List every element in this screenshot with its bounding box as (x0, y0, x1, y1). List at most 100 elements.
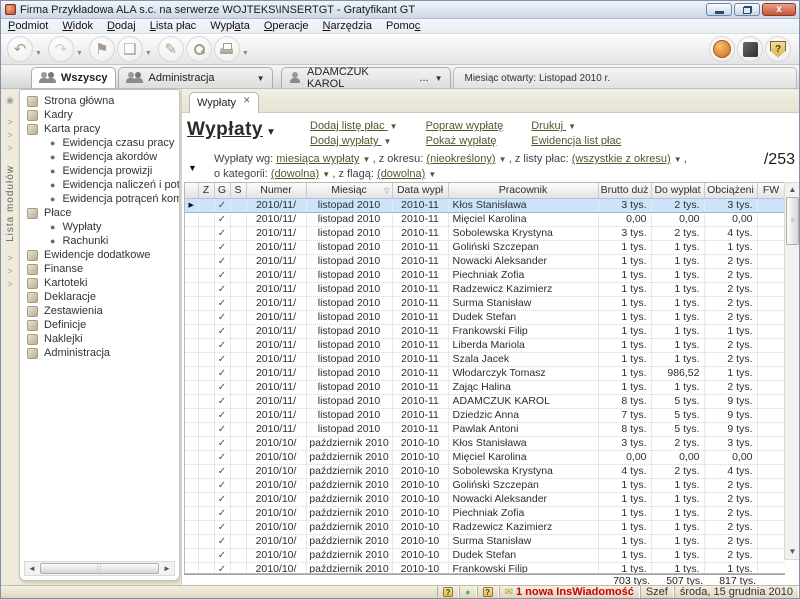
filter-value-dowolna[interactable]: (dowolna) (377, 168, 425, 180)
menu-wypłata[interactable]: Wypłata (203, 20, 257, 32)
chevron-down-icon[interactable]: ▼ (428, 170, 436, 179)
sidebar-subitem-ewidencja-akordów[interactable]: ●Ewidencja akordów (20, 150, 179, 164)
page-title[interactable]: Wypłaty▼ (187, 119, 276, 141)
table-row[interactable]: ✓2010/11/listopad 20102010-11Piechniak Z… (185, 268, 785, 282)
table-row[interactable]: ✓2010/11/listopad 20102010-11Pawlak Anto… (185, 422, 785, 436)
action-link-dodaj-wypłaty[interactable]: Dodaj wypłaty ▼ (310, 135, 398, 150)
filter-value-wszystkiezokresu[interactable]: (wszystkie z okresu) (572, 153, 671, 165)
action-link-pokaż-wypłatę[interactable]: Pokaż wypłatę (426, 135, 504, 150)
table-row[interactable]: ✓2010/11/listopad 20102010-11Nowacki Ale… (185, 254, 785, 268)
tab-wyplaty-document[interactable]: Wypłaty ✕ (189, 92, 259, 113)
column-header-z[interactable]: Z (198, 183, 214, 198)
chevron-right-icon[interactable]: > (7, 265, 12, 278)
sidebar-item-naklejki[interactable]: Naklejki (20, 332, 179, 346)
flag-button[interactable]: ⚑ (89, 36, 115, 62)
table-row[interactable]: ✓2010/11/listopad 20102010-11Mięciel Kar… (185, 212, 785, 226)
print-button[interactable] (214, 36, 240, 62)
chevron-down-icon[interactable]: ▼ (568, 122, 576, 131)
modules-button[interactable] (737, 36, 763, 62)
sidebar-item-karta-pracy[interactable]: Karta pracy (20, 122, 179, 136)
tab-administracja[interactable]: Administracja ▼ (118, 67, 273, 88)
action-link-dodaj-listę-płac[interactable]: Dodaj listę płac ▼ (310, 120, 398, 135)
column-header-selector[interactable] (185, 183, 198, 198)
menu-operacje[interactable]: Operacje (257, 20, 316, 32)
filter-value-nieokreślony[interactable]: (nieokreślony) (426, 153, 495, 165)
sidebar-item-finanse[interactable]: Finanse (20, 262, 179, 276)
nav-back-button[interactable]: ↶ (7, 36, 33, 62)
table-row[interactable]: ✓2010/11/listopad 20102010-11Sobolewska … (185, 226, 785, 240)
sidebar-subitem-rachunki[interactable]: ●Rachunki (20, 234, 179, 248)
table-row[interactable]: ✓2010/10/październik 20102010-10Surma St… (185, 534, 785, 548)
action-link-drukuj[interactable]: Drukuj ▼ (531, 120, 621, 135)
table-row[interactable]: ✓2010/10/październik 20102010-10Mięciel … (185, 450, 785, 464)
menu-lista-płac[interactable]: Lista płac (143, 20, 203, 32)
table-vertical-scrollbar[interactable]: ▲ ≡ ▼ (784, 182, 800, 560)
close-button[interactable]: x (762, 3, 796, 16)
table-row[interactable]: ✓2010/11/listopad 20102010-11Dudek Stefa… (185, 310, 785, 324)
table-row[interactable]: ✓2010/11/listopad 20102010-11Zając Halin… (185, 380, 785, 394)
filter-value-miesiącawypłaty[interactable]: miesiąca wypłaty (276, 153, 359, 165)
scroll-down-icon[interactable]: ▼ (789, 545, 797, 559)
menu-podmiot[interactable]: Podmiot (1, 20, 55, 32)
search-button[interactable] (186, 36, 212, 62)
minimize-button[interactable] (706, 3, 732, 16)
table-row[interactable]: ✓2010/10/październik 20102010-10Frankows… (185, 562, 785, 574)
table-row[interactable]: ✓2010/11/listopad 20102010-11Dziedzic An… (185, 408, 785, 422)
sidebar-item-definicje[interactable]: Definicje (20, 318, 179, 332)
chevron-down-icon[interactable]: ▼ (384, 137, 392, 146)
column-header-miesiąc[interactable]: Miesiąc▽ (306, 183, 392, 198)
column-header-do-wypłat[interactable]: Do wypłat (651, 183, 704, 198)
nav-forward-dropdown-icon[interactable]: ▼ (76, 50, 83, 57)
action-link-ewidencja-list-płac[interactable]: Ewidencja list płac (531, 135, 621, 150)
help-button[interactable]: ? (765, 36, 791, 62)
column-header-s[interactable]: S (230, 183, 246, 198)
chevron-down-icon[interactable]: ▼ (499, 155, 509, 164)
edit-button[interactable]: ✎ (158, 36, 184, 62)
sidebar-item-kartoteki[interactable]: Kartoteki (20, 276, 179, 290)
scroll-up-icon[interactable]: ▲ (789, 183, 797, 197)
sidebar-item-deklaracje[interactable]: Deklaracje (20, 290, 179, 304)
sidebar-subitem-ewidencja-naliczeń-i-potrąceń[interactable]: ●Ewidencja naliczeń i potrąceń (20, 178, 179, 192)
sidebar-item-płace[interactable]: Płace (20, 206, 179, 220)
sidebar-subitem-ewidencja-prowizji[interactable]: ●Ewidencja prowizji (20, 164, 179, 178)
scrollbar-thumb[interactable]: ≡ (786, 197, 799, 245)
chevron-right-icon[interactable]: > (7, 278, 12, 291)
close-tab-icon[interactable]: ✕ (243, 95, 251, 106)
scrollbar-thumb[interactable]: ⁞⁞ (40, 563, 159, 574)
chevron-right-icon[interactable]: > (7, 129, 12, 142)
nav-back-dropdown-icon[interactable]: ▼ (35, 50, 42, 57)
column-header-g[interactable]: G (214, 183, 230, 198)
menu-pomoc[interactable]: Pomoc (379, 20, 427, 32)
tab-employee[interactable]: ADAMCZUK KAROL ... ▼ (281, 67, 451, 88)
chevron-down-icon[interactable]: ▼ (257, 74, 265, 83)
new-document-button[interactable]: ❏ (117, 36, 143, 62)
column-header-brutto-duż[interactable]: Brutto duż (598, 183, 651, 198)
table-row[interactable]: ✓2010/11/listopad 20102010-11Radzewicz K… (185, 282, 785, 296)
chevron-down-icon[interactable]: ▼ (435, 74, 443, 83)
chevron-down-icon[interactable]: ▼ (390, 122, 398, 131)
chevron-down-icon[interactable]: ▼ (674, 155, 684, 164)
table-row[interactable]: ✓2010/11/listopad 20102010-11Liberda Mar… (185, 338, 785, 352)
nav-forward-button[interactable]: ↷ (48, 36, 74, 62)
chevron-down-icon[interactable]: ▼ (322, 170, 332, 179)
scroll-right-icon[interactable]: ► (160, 564, 174, 573)
menu-widok[interactable]: Widok (55, 20, 100, 32)
table-row[interactable]: ✓2010/11/listopad 20102010-11Goliński Sz… (185, 240, 785, 254)
table-row[interactable]: ✓2010/10/październik 20102010-10Nowacki … (185, 492, 785, 506)
print-dropdown-icon[interactable]: ▼ (242, 50, 249, 57)
menu-narzędzia[interactable]: Narzędzia (316, 20, 380, 32)
restore-button[interactable] (734, 3, 760, 16)
sidebar-item-kadry[interactable]: Kadry (20, 108, 179, 122)
table-row[interactable]: ✓2010/10/październik 20102010-10Kłos Sta… (185, 436, 785, 450)
table-row[interactable]: ✓2010/10/październik 20102010-10Radzewic… (185, 520, 785, 534)
filter-collapse-icon[interactable]: ▼ (188, 163, 197, 173)
help-status-button-2[interactable]: ? (477, 586, 499, 598)
sidebar-item-administracja[interactable]: Administracja (20, 346, 179, 360)
action-link-popraw-wypłatę[interactable]: Popraw wypłatę (426, 120, 504, 135)
table-row[interactable]: ✓2010/11/listopad 20102010-11Szala Jacek… (185, 352, 785, 366)
sidebar-item-zestawienia[interactable]: Zestawienia (20, 304, 179, 318)
column-header-numer[interactable]: Numer (246, 183, 306, 198)
menu-dodaj[interactable]: Dodaj (100, 20, 143, 32)
scroll-left-icon[interactable]: ◄ (25, 564, 39, 573)
sidebar-item-strona-główna[interactable]: Strona główna (20, 94, 179, 108)
